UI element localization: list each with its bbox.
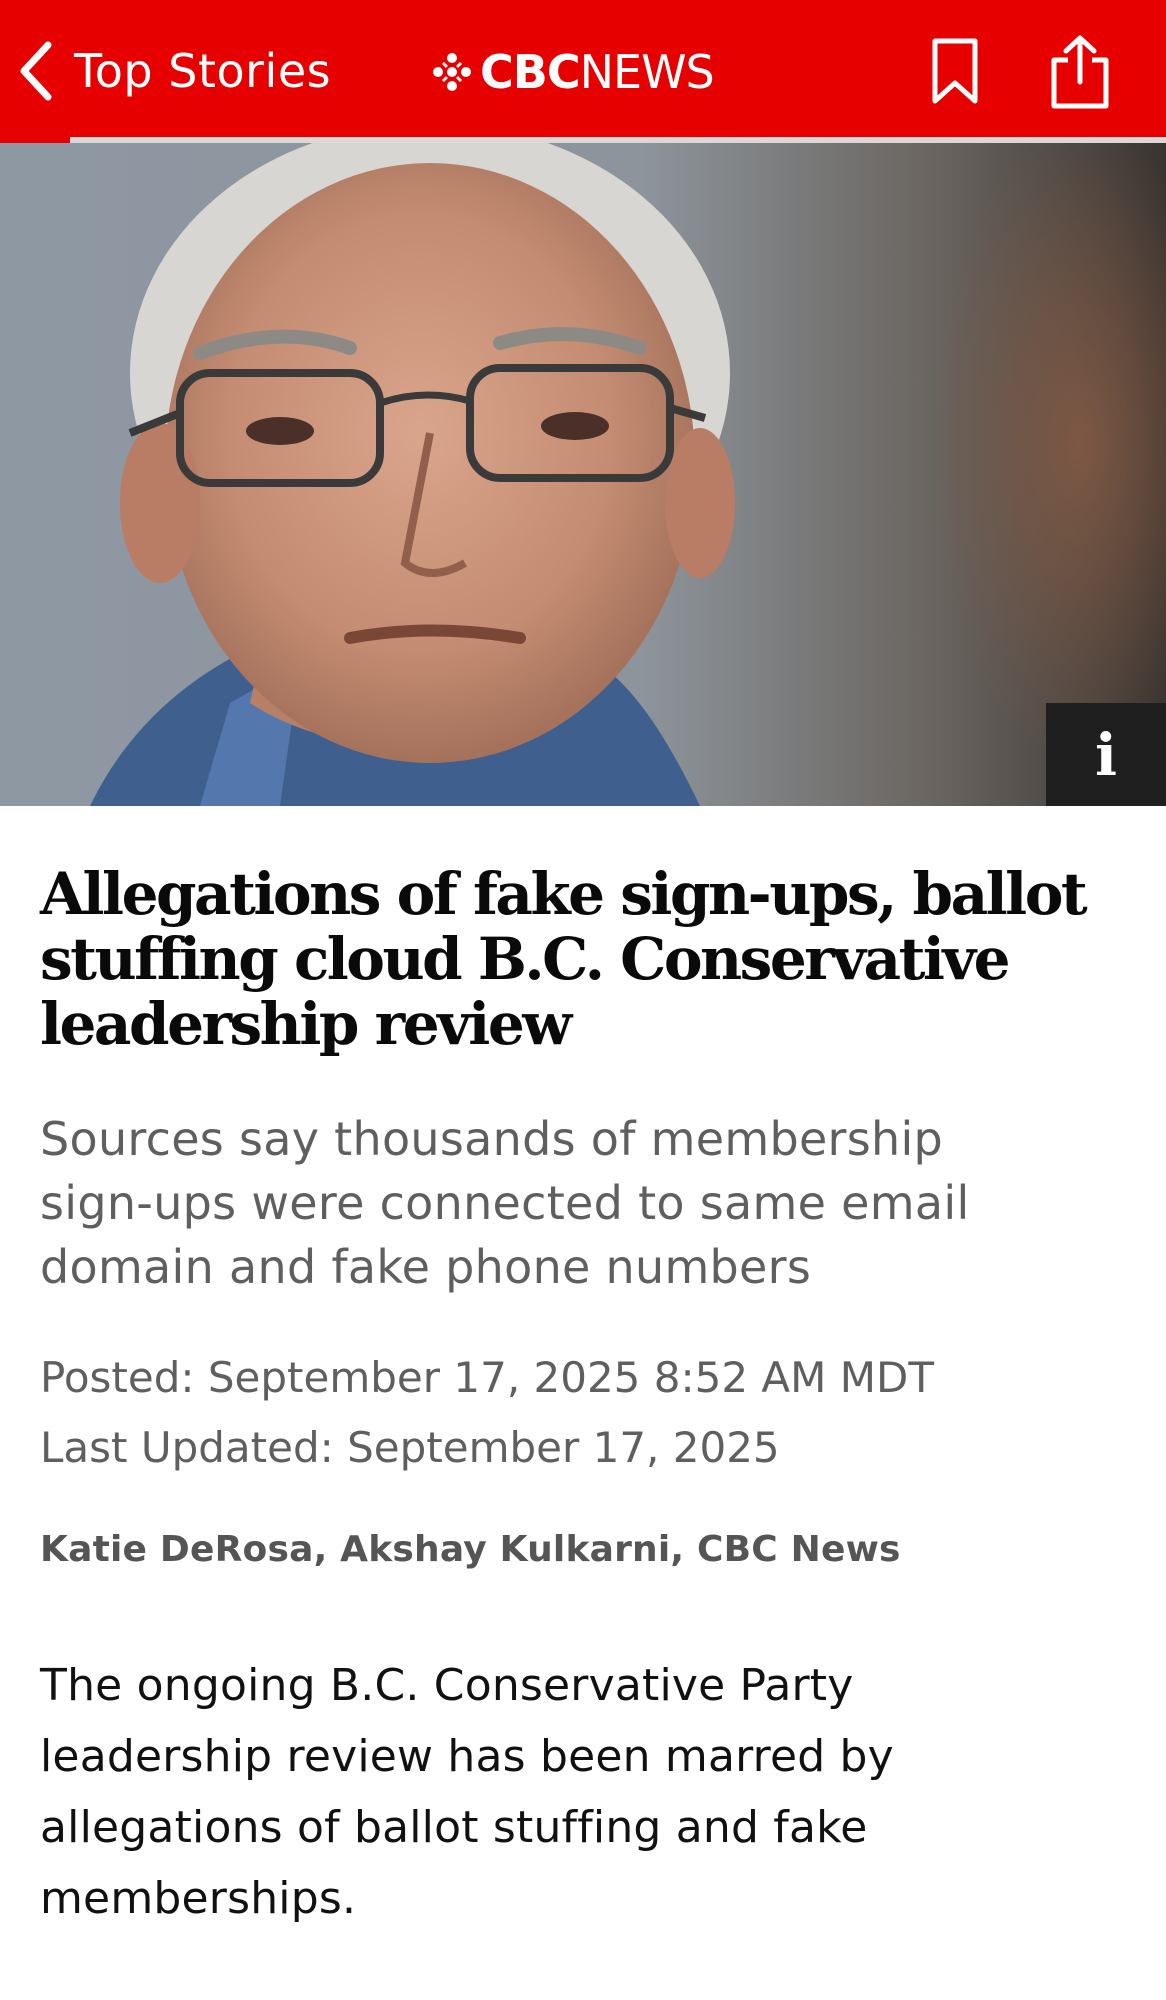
share-icon — [1051, 35, 1109, 109]
hero-photo[interactable]: i — [0, 143, 1166, 806]
article: Allegations of fake sign-ups, ballot stu… — [40, 862, 1130, 1978]
article-dates: Posted: September 17, 2025 8:52 AM MDT L… — [40, 1343, 1130, 1483]
brand-cbc-text: CBC — [480, 45, 581, 99]
brand-news-text: NEWS — [579, 45, 715, 99]
article-headline: Allegations of fake sign-ups, ballot stu… — [40, 860, 1088, 1058]
back-button[interactable]: Top Stories — [16, 36, 331, 106]
byline: Katie DeRosa, Akshay Kulkarni, CBC News — [40, 1529, 1130, 1570]
photo-info-button[interactable]: i — [1046, 703, 1166, 806]
author-separator: , — [670, 1529, 698, 1570]
cbc-news-logo: CBC NEWS — [432, 40, 715, 104]
article-deck: Sources say thousands of membership sign… — [40, 1112, 970, 1294]
share-button[interactable] — [1044, 32, 1116, 112]
author-link[interactable]: CBC News — [697, 1529, 901, 1570]
bookmark-button[interactable] — [919, 32, 991, 112]
back-label: Top Stories — [74, 44, 332, 98]
bookmark-icon — [932, 38, 978, 104]
top-navigation-bar: Top Stories CBC NEWS — [0, 0, 1166, 137]
author-separator: , — [313, 1529, 341, 1570]
posted-date: Posted: September 17, 2025 8:52 AM MDT — [40, 1353, 934, 1402]
back-chevron-icon — [20, 41, 52, 101]
author-link[interactable]: Akshay Kulkarni — [340, 1529, 670, 1570]
updated-date: Last Updated: September 17, 2025 — [40, 1423, 780, 1472]
article-body-paragraph: The ongoing B.C. Conservative Party lead… — [40, 1660, 894, 1924]
cbc-gem-icon — [433, 53, 471, 91]
author-link[interactable]: Katie DeRosa — [40, 1529, 314, 1570]
info-icon: i — [1094, 720, 1118, 789]
portrait-image — [0, 143, 1166, 806]
